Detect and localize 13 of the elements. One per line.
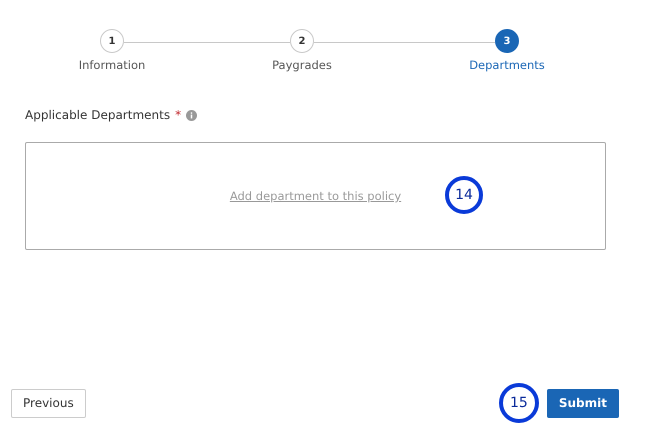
step-number[interactable]: 2 [290,29,314,53]
required-mark: * [175,108,182,122]
step-label: Information [78,58,146,72]
step-number[interactable]: 3 [495,29,519,53]
step-number[interactable]: 1 [100,29,124,53]
number-marker: 15 [498,383,539,423]
info-icon[interactable] [186,110,198,120]
field-label: Applicable Departments [25,108,170,122]
number-marker: 14 [445,176,483,214]
step-label: Departments [469,58,545,72]
step-label: Paygrades [272,58,332,72]
previous-button[interactable]: Previous [11,388,86,418]
submit-button[interactable]: Submit [546,388,619,418]
